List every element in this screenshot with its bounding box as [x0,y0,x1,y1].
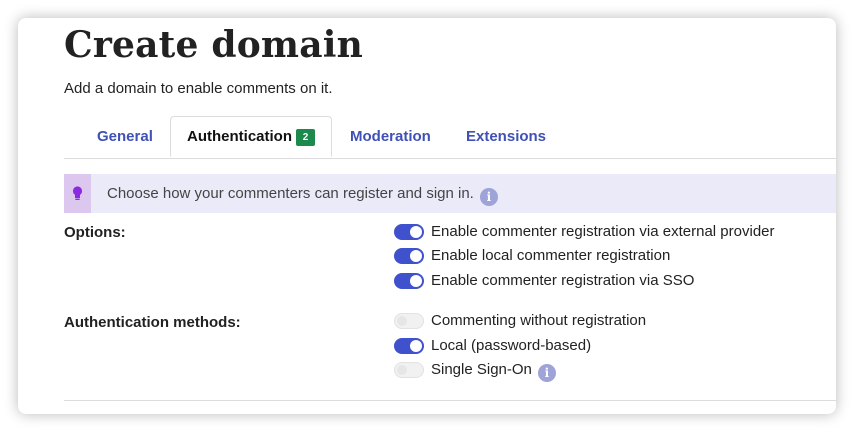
options-label: Options: [64,224,126,241]
sso-method-toggle[interactable] [394,362,424,378]
tab-general-label: General [97,128,153,145]
tab-general[interactable]: General [97,117,153,157]
auth-methods-label: Authentication methods: [64,314,241,331]
info-icon[interactable]: i [479,188,498,206]
info-icon[interactable]: i [537,364,556,382]
no-registration-toggle[interactable] [394,313,424,329]
tab-extensions[interactable]: Extensions [466,117,546,157]
toggle-knob [410,340,422,352]
hint-text: Choose how your commenters can register … [107,174,498,213]
page-title: Create domain [64,24,363,66]
tab-bar: General Authentication 2 Moderation Exten… [64,116,836,159]
dialog-card: Create domain Add a domain to enable com… [18,18,836,414]
tab-authentication[interactable]: Authentication 2 [170,116,332,157]
local-method-toggle[interactable] [394,338,424,354]
tab-extensions-label: Extensions [466,128,547,145]
tab-authentication-label: Authentication [187,128,292,145]
toggle-knob [410,250,422,262]
hint-icon-box [64,174,91,213]
lightbulb-icon [72,186,83,200]
tab-moderation[interactable]: Moderation [350,117,431,157]
tab-moderation-label: Moderation [350,128,431,145]
sso-registration-toggle[interactable] [394,273,424,289]
method-label: Single Sign-On i [431,360,556,382]
method-label-text: Single Sign-On [431,361,532,378]
option-label: Enable local commenter registration [431,247,671,264]
hint-banner: Choose how your commenters can register … [64,174,836,213]
toggle-knob [410,226,422,238]
tab-count-badge: 2 [296,129,315,146]
hint-message: Choose how your commenters can register … [107,185,474,202]
toggle-knob [410,275,422,287]
external-provider-toggle[interactable] [394,224,424,240]
page-subtitle: Add a domain to enable comments on it. [64,80,333,97]
bottom-divider [64,400,836,401]
method-label: Commenting without registration [431,312,647,329]
option-label: Enable commenter registration via extern… [431,223,775,240]
toggle-knob [397,316,407,326]
toggle-knob [397,365,407,375]
option-label: Enable commenter registration via SSO [431,272,695,289]
local-registration-toggle[interactable] [394,248,424,264]
method-label: Local (password-based) [431,337,592,354]
